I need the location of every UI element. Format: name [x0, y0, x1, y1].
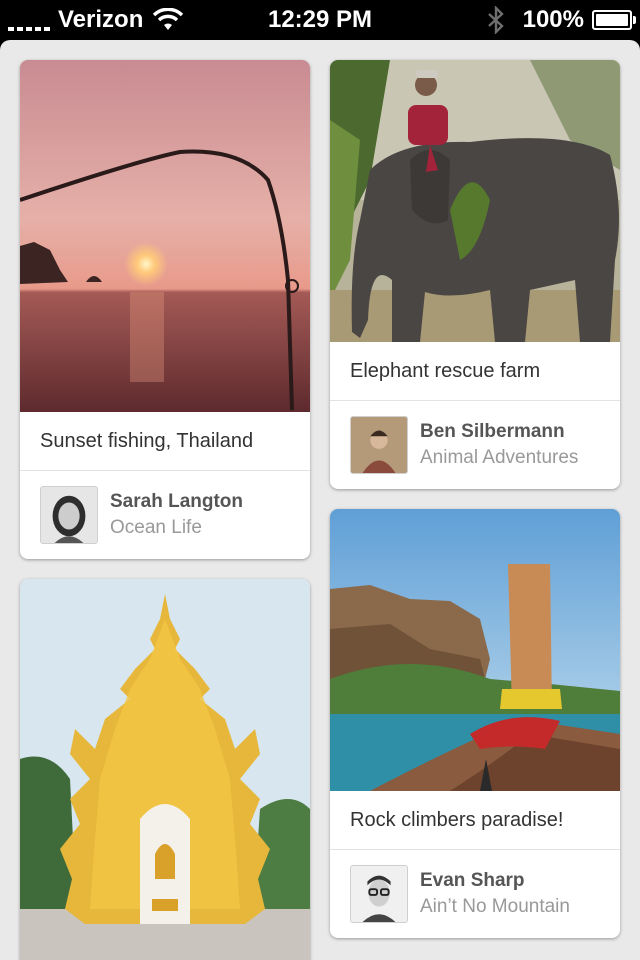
pin-board[interactable]: Sunset fishing, Thailand Sarah Langton O…	[0, 40, 640, 960]
pin-description: Sunset fishing, Thailand	[20, 412, 310, 471]
pin-description: Elephant rescue farm	[330, 342, 620, 401]
pin-card[interactable]	[20, 579, 310, 960]
avatar[interactable]	[350, 865, 408, 923]
status-bar: Verizon 12:29 PM 100%	[0, 0, 640, 40]
board-name[interactable]: Animal Adventures	[420, 445, 578, 471]
longtail-boat-photo	[330, 509, 620, 791]
pinner-name[interactable]: Evan Sharp	[420, 868, 570, 894]
board-name[interactable]: Ain’t No Mountain	[420, 894, 570, 920]
pin-attribution[interactable]: Sarah Langton Ocean Life	[20, 471, 310, 559]
battery-percentage: 100%	[522, 6, 584, 33]
pin-attribution[interactable]: Evan Sharp Ain’t No Mountain	[330, 850, 620, 938]
pinner-name[interactable]: Ben Silbermann	[420, 419, 578, 445]
pin-image[interactable]	[20, 579, 310, 960]
pin-attribution[interactable]: Ben Silbermann Animal Adventures	[330, 401, 620, 489]
elephant-photo	[330, 60, 620, 342]
bluetooth-icon	[487, 6, 504, 34]
pin-card[interactable]: Sunset fishing, Thailand Sarah Langton O…	[20, 60, 310, 559]
battery-icon	[592, 10, 636, 30]
sunset-fishing-photo	[20, 60, 310, 412]
pin-image[interactable]	[20, 60, 310, 412]
pin-card[interactable]: Elephant rescue farm Ben Silbermann Anim…	[330, 60, 620, 489]
board-name[interactable]: Ocean Life	[110, 515, 243, 541]
wifi-icon	[153, 8, 184, 30]
avatar[interactable]	[40, 486, 98, 544]
pin-image[interactable]	[330, 509, 620, 791]
carrier-name: Verizon	[58, 6, 144, 33]
pin-card[interactable]: Rock climbers paradise! Evan Sharp Ain’t…	[330, 509, 620, 938]
pinner-name[interactable]: Sarah Langton	[110, 489, 243, 515]
golden-temple-photo	[20, 579, 310, 960]
signal-icon	[8, 9, 50, 31]
avatar[interactable]	[350, 416, 408, 474]
pin-image[interactable]	[330, 60, 620, 342]
pin-description: Rock climbers paradise!	[330, 791, 620, 850]
